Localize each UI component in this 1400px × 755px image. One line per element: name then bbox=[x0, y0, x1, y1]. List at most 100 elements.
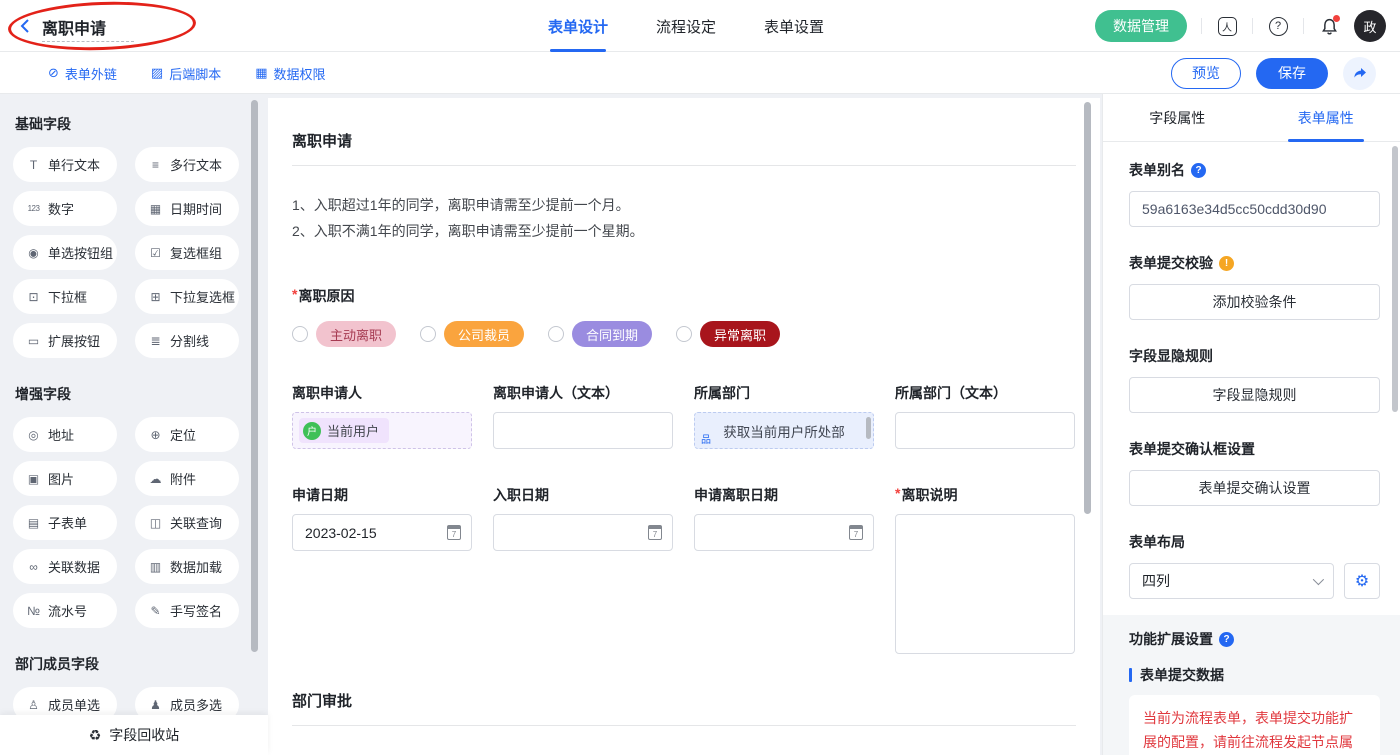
field-item-related-data[interactable]: ∞关联数据 bbox=[13, 549, 117, 584]
serial-number-icon: № bbox=[26, 604, 41, 618]
section-title-basic-fields: 基础字段 bbox=[15, 114, 249, 134]
field-item-location[interactable]: ⊕定位 bbox=[135, 417, 239, 452]
field-palette-sidebar: 基础字段 T单行文本 ≡多行文本 123数字 ▦日期时间 ◉单选按钮组 ☑复选框… bbox=[0, 94, 262, 755]
sidebar-scrollbar[interactable] bbox=[251, 100, 258, 652]
user-avatar[interactable]: 政 bbox=[1354, 10, 1386, 42]
preview-button[interactable]: 预览 bbox=[1171, 58, 1241, 89]
field-item-number[interactable]: 123数字 bbox=[13, 191, 117, 226]
field-item-divider-line[interactable]: ≣分割线 bbox=[135, 323, 239, 358]
field-hire-date[interactable]: 入职日期 7 bbox=[493, 485, 673, 551]
visibility-rules-button[interactable]: 字段显隐规则 bbox=[1129, 377, 1380, 413]
separator bbox=[1201, 18, 1202, 34]
field-applicant[interactable]: 离职申请人 户 当前用户 bbox=[292, 383, 472, 449]
extension-settings-group: 功能扩展设置 ? 表单提交数据 当前为流程表单，表单提交功能扩展的配置，请前往流… bbox=[1103, 615, 1400, 755]
reason-option-layoff[interactable]: 公司裁员 bbox=[420, 321, 524, 347]
field-item-address[interactable]: ◎地址 bbox=[13, 417, 117, 452]
divider bbox=[292, 725, 1076, 726]
notification-bell-icon[interactable] bbox=[1318, 15, 1340, 37]
field-item-attachment[interactable]: ☁附件 bbox=[135, 461, 239, 496]
field-leave-date[interactable]: 申请离职日期 7 bbox=[694, 485, 874, 551]
layout-select[interactable]: 四列 bbox=[1129, 563, 1334, 599]
submit-data-label: 表单提交数据 bbox=[1140, 665, 1224, 685]
tab-field-properties[interactable]: 字段属性 bbox=[1103, 94, 1252, 141]
field-item-related-query[interactable]: ◫关联查询 bbox=[135, 505, 239, 540]
add-validation-button[interactable]: 添加校验条件 bbox=[1129, 284, 1380, 320]
department-value-box[interactable]: 品 获取当前用户所处部 bbox=[694, 412, 874, 449]
form-alias-input[interactable]: 59a6163e34d5cc50cdd30d90 bbox=[1129, 191, 1380, 227]
tab-form-design[interactable]: 表单设计 bbox=[548, 0, 608, 52]
signature-icon: ✎ bbox=[148, 604, 163, 618]
alias-help-icon[interactable]: ? bbox=[1191, 163, 1206, 178]
data-manage-button[interactable]: 数据管理 bbox=[1095, 10, 1187, 42]
back-chevron-icon bbox=[16, 16, 36, 36]
panel-scrollbar[interactable] bbox=[1392, 146, 1398, 412]
field-item-multi-dropdown[interactable]: ⊞下拉复选框 bbox=[135, 279, 239, 314]
field-item-extend-button[interactable]: ▭扩展按钮 bbox=[13, 323, 117, 358]
datetime-icon: ▦ bbox=[148, 202, 163, 216]
department-text-input[interactable] bbox=[895, 412, 1075, 449]
reason-option-abnormal[interactable]: 异常离职 bbox=[676, 321, 780, 347]
extension-help-icon[interactable]: ? bbox=[1219, 632, 1234, 647]
form-description[interactable]: 1、入职超过1年的同学，离职申请需至少提前一个月。 2、入职不满1年的同学，离职… bbox=[292, 192, 1076, 244]
back-button[interactable] bbox=[16, 16, 36, 36]
layout-settings-button[interactable]: ⚙ bbox=[1344, 563, 1380, 599]
field-department[interactable]: 所属部门 品 获取当前用户所处部 bbox=[694, 383, 874, 449]
field-item-subform[interactable]: ▤子表单 bbox=[13, 505, 117, 540]
field-item-image[interactable]: ▣图片 bbox=[13, 461, 117, 496]
field-item-multi-text[interactable]: ≡多行文本 bbox=[135, 147, 239, 182]
field-leave-note[interactable]: *离职说明 bbox=[895, 485, 1075, 654]
hire-date-input[interactable]: 7 bbox=[493, 514, 673, 551]
script-icon: ▨ bbox=[151, 65, 163, 81]
radio-icon[interactable] bbox=[548, 326, 564, 342]
separator bbox=[1303, 18, 1304, 34]
field-item-datetime[interactable]: ▦日期时间 bbox=[135, 191, 239, 226]
reason-option-voluntary[interactable]: 主动离职 bbox=[292, 321, 396, 347]
field-recycle-bin[interactable]: ♻ 字段回收站 bbox=[0, 715, 268, 755]
backend-script-button[interactable]: ▨ 后端脚本 bbox=[151, 52, 221, 94]
field-item-data-load[interactable]: ▥数据加载 bbox=[135, 549, 239, 584]
user-tag-avatar: 户 bbox=[303, 422, 321, 440]
field-apply-date[interactable]: 申请日期 2023-02-15 7 bbox=[292, 485, 472, 551]
share-button[interactable] bbox=[1343, 57, 1376, 90]
current-user-tag[interactable]: 户 当前用户 bbox=[299, 418, 389, 443]
external-link-button[interactable]: ⊘ 表单外链 bbox=[48, 52, 117, 94]
canvas-scrollbar[interactable] bbox=[1084, 102, 1091, 514]
field-item-serial-number[interactable]: №流水号 bbox=[13, 593, 117, 628]
field-item-dropdown[interactable]: ⊡下拉框 bbox=[13, 279, 117, 314]
data-load-icon: ▥ bbox=[148, 560, 163, 574]
image-icon: ▣ bbox=[26, 472, 41, 486]
data-permission-button[interactable]: ▦ 数据权限 bbox=[255, 52, 325, 94]
tab-form-setting[interactable]: 表单设置 bbox=[764, 0, 824, 52]
submit-confirm-button[interactable]: 表单提交确认设置 bbox=[1129, 470, 1380, 506]
field-department-text[interactable]: 所属部门（文本） bbox=[895, 383, 1075, 449]
field-item-checkbox-group[interactable]: ☑复选框组 bbox=[135, 235, 239, 270]
validation-warning-icon: ! bbox=[1219, 256, 1234, 271]
field-leave-reason[interactable]: *离职原因 主动离职 公司裁员 合同到期 异常离职 bbox=[292, 286, 1076, 347]
leave-note-textarea[interactable] bbox=[895, 514, 1075, 654]
main-tabs: 表单设计 流程设定 表单设置 bbox=[548, 0, 824, 52]
radio-icon[interactable] bbox=[292, 326, 308, 342]
tab-form-properties[interactable]: 表单属性 bbox=[1252, 94, 1400, 141]
field-item-radio-group[interactable]: ◉单选按钮组 bbox=[13, 235, 117, 270]
tab-flow-setting[interactable]: 流程设定 bbox=[656, 0, 716, 52]
applicant-value-box[interactable]: 户 当前用户 bbox=[292, 412, 472, 449]
department-scrollbar[interactable] bbox=[866, 417, 871, 439]
field-item-single-text[interactable]: T单行文本 bbox=[13, 147, 117, 182]
save-button[interactable]: 保存 bbox=[1256, 58, 1328, 89]
field-applicant-text[interactable]: 离职申请人（文本） bbox=[493, 383, 673, 449]
help-icon[interactable]: ? bbox=[1267, 15, 1289, 37]
radio-icon[interactable] bbox=[420, 326, 436, 342]
applicant-text-input[interactable] bbox=[493, 412, 673, 449]
field-item-signature[interactable]: ✎手写签名 bbox=[135, 593, 239, 628]
reason-option-contract-expire[interactable]: 合同到期 bbox=[548, 321, 652, 347]
apply-date-input[interactable]: 2023-02-15 7 bbox=[292, 514, 472, 551]
recycle-icon: ♻ bbox=[89, 727, 102, 744]
contacts-icon[interactable]: 人 bbox=[1216, 15, 1238, 37]
extend-button-icon: ▭ bbox=[26, 334, 41, 348]
location-icon: ⊕ bbox=[148, 428, 163, 442]
leave-date-input[interactable]: 7 bbox=[694, 514, 874, 551]
section-title-dept-approval[interactable]: 部门审批 bbox=[292, 690, 1076, 711]
canvas-form-title[interactable]: 离职申请 bbox=[292, 130, 1076, 151]
form-name-title[interactable]: 离职申请 bbox=[42, 15, 106, 39]
radio-icon[interactable] bbox=[676, 326, 692, 342]
